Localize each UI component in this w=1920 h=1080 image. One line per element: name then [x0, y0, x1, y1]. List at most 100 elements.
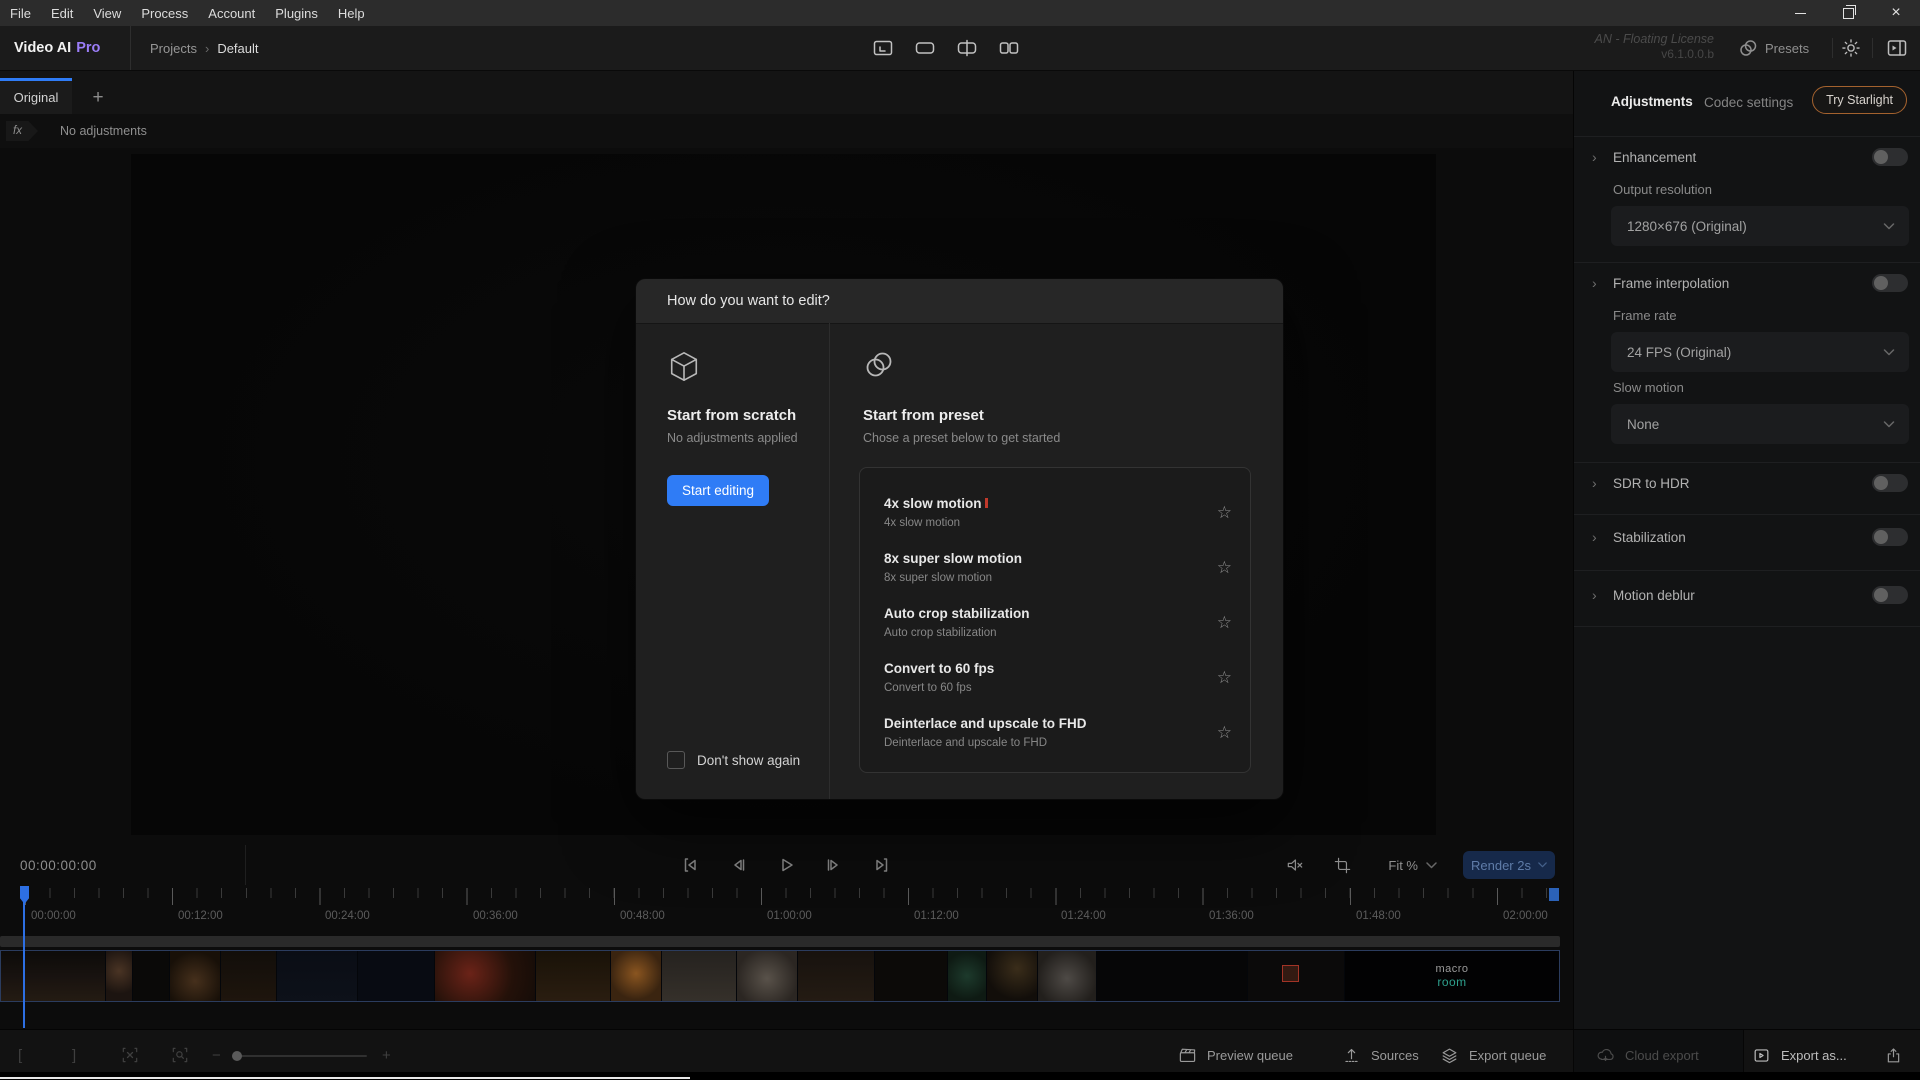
single-view-icon[interactable]: [872, 38, 894, 58]
crop-button[interactable]: [1333, 856, 1352, 875]
side-by-side-view-icon[interactable]: [998, 38, 1020, 58]
chevron-down-icon: [1883, 421, 1895, 428]
chevron-right-icon: ›: [1592, 275, 1606, 291]
favorite-star-icon[interactable]: ☆: [1217, 559, 1232, 576]
window-maximize-button[interactable]: [1824, 0, 1872, 26]
filmstrip-thumbnail[interactable]: [358, 951, 434, 1001]
preset-item-auto-crop-stabilization[interactable]: Auto crop stabilization Auto crop stabil…: [860, 600, 1250, 655]
window-minimize-button[interactable]: [1776, 0, 1824, 26]
playhead-line[interactable]: [23, 886, 25, 1028]
transport-controls: [678, 845, 894, 885]
app-version: v6.1.0.0.b: [1594, 47, 1714, 62]
layers-icon: [1440, 1046, 1459, 1065]
section-motion-deblur[interactable]: › Motion deblur: [1574, 580, 1920, 610]
go-to-end-button[interactable]: [870, 853, 894, 877]
transport-right-controls: Fit % Render 2s: [1285, 845, 1555, 885]
preset-item-deinterlace-upscale-fhd[interactable]: Deinterlace and upscale to FHD Deinterla…: [860, 710, 1250, 765]
adjustments-status-text: No adjustments: [60, 124, 147, 138]
menu-file[interactable]: File: [0, 6, 41, 21]
filmstrip-thumbnail[interactable]: [106, 951, 132, 1001]
filmstrip-thumbnail[interactable]: [221, 951, 276, 1001]
filmstrip-thumbnail[interactable]: [170, 951, 220, 1001]
menu-view[interactable]: View: [83, 6, 131, 21]
dont-show-again-label[interactable]: Don't show again: [697, 753, 800, 768]
tab-strip: Original +: [0, 70, 1573, 114]
settings-button[interactable]: [1834, 26, 1868, 70]
filmstrip-thumbnail[interactable]: [1248, 951, 1344, 1001]
tab-adjustments[interactable]: Adjustments: [1611, 94, 1693, 109]
timeline-ruler[interactable]: 00:00:00 00:12:00 00:24:00 00:36:00 00:4…: [0, 886, 1573, 934]
full-view-icon[interactable]: [914, 38, 936, 58]
slider-knob[interactable]: [232, 1051, 242, 1061]
app-edition-badge: Pro: [76, 40, 100, 56]
menu-process[interactable]: Process: [131, 6, 198, 21]
tab-original[interactable]: Original: [0, 78, 72, 114]
timeline-zoom-slider[interactable]: [232, 1055, 367, 1057]
try-starlight-button[interactable]: Try Starlight: [1812, 86, 1907, 114]
right-panel-toggle-button[interactable]: [1880, 26, 1914, 70]
filmstrip-thumbnail[interactable]: [277, 951, 357, 1001]
menu-account[interactable]: Account: [198, 6, 265, 21]
filmstrip: macro room: [0, 950, 1560, 1002]
start-editing-button[interactable]: Start editing: [667, 475, 769, 506]
maximize-icon: [1843, 8, 1854, 19]
filmstrip-thumbnail[interactable]: [435, 951, 535, 1001]
preset-item-8x-super-slow-motion[interactable]: 8x super slow motion 8x super slow motio…: [860, 545, 1250, 600]
filmstrip-thumbnail[interactable]: [1, 951, 105, 1001]
menu-help[interactable]: Help: [328, 6, 375, 21]
dont-show-again-checkbox[interactable]: [667, 751, 685, 769]
breadcrumb-current[interactable]: Default: [217, 41, 258, 56]
tick-label: 00:24:00: [325, 910, 370, 922]
split-view-icon[interactable]: [956, 38, 978, 58]
frame-rate-label: Frame rate: [1613, 308, 1677, 323]
window-close-button[interactable]: ×: [1872, 0, 1920, 26]
filmstrip-thumbnail[interactable]: [662, 951, 736, 1001]
timeline-scrollbar[interactable]: [0, 936, 1560, 947]
section-stabilization[interactable]: › Stabilization: [1574, 522, 1920, 552]
favorite-star-icon[interactable]: ☆: [1217, 724, 1232, 741]
favorite-star-icon[interactable]: ☆: [1217, 504, 1232, 521]
play-button[interactable]: [774, 853, 798, 877]
filmstrip-thumbnail[interactable]: [875, 951, 947, 1001]
tab-codec-settings[interactable]: Codec settings: [1704, 95, 1793, 110]
menu-plugins[interactable]: Plugins: [265, 6, 328, 21]
section-sdr-to-hdr[interactable]: › SDR to HDR: [1574, 468, 1920, 498]
menu-edit[interactable]: Edit: [41, 6, 83, 21]
filmstrip-thumbnail[interactable]: [798, 951, 874, 1001]
stabilization-toggle[interactable]: [1872, 528, 1908, 546]
zoom-mode-selector[interactable]: Fit %: [1388, 858, 1418, 873]
favorite-star-icon[interactable]: ☆: [1217, 614, 1232, 631]
filmstrip-thumbnail[interactable]: [987, 951, 1037, 1001]
timeline-end-marker[interactable]: [1549, 888, 1559, 901]
filmstrip-thumbnail[interactable]: [133, 951, 169, 1001]
favorite-star-icon[interactable]: ☆: [1217, 669, 1232, 686]
divider: [1872, 38, 1873, 58]
breadcrumb-projects[interactable]: Projects: [150, 41, 197, 56]
filmstrip-thumbnail[interactable]: [737, 951, 797, 1001]
frame-rate-dropdown[interactable]: 24 FPS (Original): [1611, 332, 1909, 372]
filmstrip-thumbnail[interactable]: [611, 951, 661, 1001]
filmstrip-thumbnail[interactable]: [1097, 951, 1247, 1001]
chevron-right-icon: ›: [1592, 149, 1606, 165]
motion-deblur-toggle[interactable]: [1872, 586, 1908, 604]
render-button[interactable]: Render 2s: [1463, 851, 1555, 879]
mute-button[interactable]: [1285, 855, 1305, 875]
section-enhancement[interactable]: › Enhancement: [1574, 142, 1920, 172]
add-tab-button[interactable]: +: [82, 81, 114, 114]
filmstrip-thumbnail-macro-room[interactable]: macro room: [1345, 951, 1559, 1001]
enhancement-toggle[interactable]: [1872, 148, 1908, 166]
filmstrip-thumbnail[interactable]: [948, 951, 986, 1001]
preset-item-convert-to-60fps[interactable]: Convert to 60 fps Convert to 60 fps ☆: [860, 655, 1250, 710]
frame-interpolation-toggle[interactable]: [1872, 274, 1908, 292]
presets-button[interactable]: Presets: [1738, 26, 1809, 70]
sdr-to-hdr-toggle[interactable]: [1872, 474, 1908, 492]
filmstrip-thumbnail[interactable]: [1038, 951, 1096, 1001]
section-frame-interpolation[interactable]: › Frame interpolation: [1574, 268, 1920, 298]
filmstrip-thumbnail[interactable]: [536, 951, 610, 1001]
previous-frame-button[interactable]: [726, 853, 750, 877]
go-to-start-button[interactable]: [678, 853, 702, 877]
slow-motion-dropdown[interactable]: None: [1611, 404, 1909, 444]
output-resolution-dropdown[interactable]: 1280×676 (Original): [1611, 206, 1909, 246]
next-frame-button[interactable]: [822, 853, 846, 877]
preset-item-4x-slow-motion[interactable]: 4x slow motion 4x slow motion ☆: [860, 490, 1250, 545]
